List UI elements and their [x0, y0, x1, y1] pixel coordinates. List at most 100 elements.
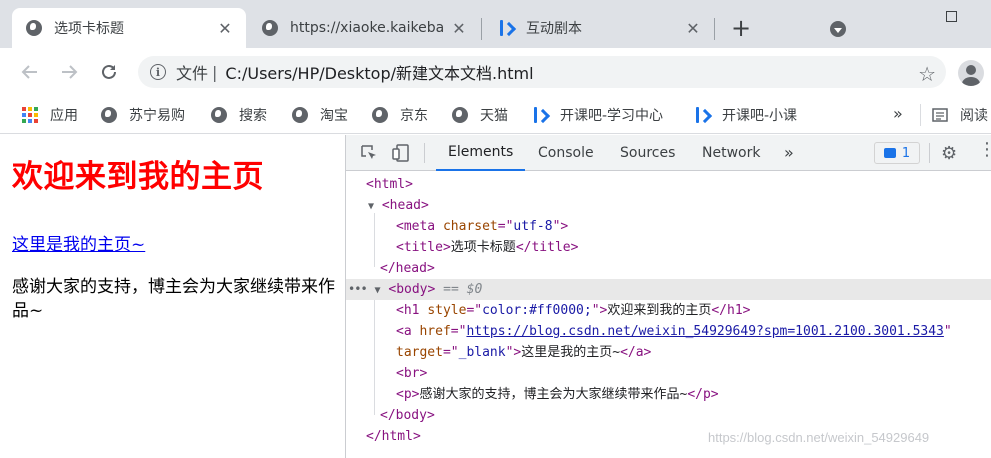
close-icon[interactable]: ✕ — [450, 19, 468, 38]
dom-tag: <meta — [396, 219, 443, 234]
close-icon[interactable]: ✕ — [684, 19, 702, 38]
inspect-element-icon[interactable] — [360, 144, 378, 162]
dom-value: color:#ff0000; — [482, 303, 592, 318]
bookmark-label: 开课吧-学习中心 — [560, 108, 664, 124]
tab-hudong[interactable]: 互动剧本 ✕ — [484, 8, 714, 48]
globe-icon — [26, 20, 42, 36]
address-url: C:/Users/HP/Desktop/新建文本文档.html — [225, 64, 534, 83]
message-icon — [883, 148, 896, 158]
dom-tag: </a> — [620, 345, 652, 360]
address-bar[interactable]: i 文件 | C:/Users/HP/Desktop/新建文本文档.html ☆ — [138, 56, 946, 88]
dom-tag: <html> — [366, 177, 413, 192]
dom-tag: </html> — [366, 429, 421, 444]
dom-node-p[interactable]: <p>感谢大家的支持，博主会为大家继续带来作品~</p> — [346, 384, 991, 405]
new-tab-button[interactable]: + — [730, 16, 752, 40]
dom-text: 欢迎来到我的主页 — [607, 303, 712, 318]
tab-separator — [714, 18, 715, 40]
kaikeba-icon — [498, 20, 514, 36]
dom-tag: <head> — [381, 198, 429, 213]
reload-icon — [102, 64, 116, 79]
dom-punct: =" — [450, 324, 467, 339]
tab-sources[interactable]: Sources — [620, 135, 675, 170]
tab-network[interactable]: Network — [702, 135, 760, 170]
dom-tag: <title> — [396, 240, 451, 255]
dom-node-html[interactable]: <html> — [346, 174, 991, 195]
selected-node-marker: == $0 — [443, 282, 483, 297]
device-toolbar-icon[interactable] — [392, 144, 410, 162]
homepage-link[interactable]: 这里是我的主页~ — [12, 230, 145, 255]
expand-triangle-icon[interactable]: ▼ — [375, 285, 381, 296]
page-heading: 欢迎来到我的主页 — [12, 159, 264, 195]
watermark: https://blog.csdn.net/weixin_54929649 — [708, 430, 930, 445]
dom-node-br[interactable]: <br> — [346, 363, 991, 384]
reading-list-icon — [932, 107, 948, 123]
tab-xiaoke[interactable]: https://xiaoke.kaikeba ✕ — [248, 8, 480, 48]
dom-node-a-cont[interactable]: target="_blank">这里是我的主页~</a> — [346, 342, 991, 363]
kebab-menu-icon[interactable]: ⋮ — [978, 141, 991, 159]
bookmark-tmall[interactable]: 天猫 — [452, 104, 508, 126]
page-paragraph: 感谢大家的支持，博主会为大家继续带来作品~ — [12, 277, 335, 321]
bookmark-label: 天猫 — [480, 108, 508, 124]
star-icon[interactable]: ☆ — [918, 62, 936, 86]
dom-attr: href — [419, 324, 451, 339]
bookmark-label: 应用 — [50, 108, 78, 124]
tab-elements[interactable]: Elements — [436, 135, 526, 171]
dom-attr: style — [427, 303, 467, 318]
dom-punct: =" — [466, 303, 483, 318]
bookmark-label: 苏宁易购 — [129, 108, 185, 124]
dom-node-meta[interactable]: <meta charset="utf-8"> — [346, 216, 991, 237]
dom-node-body-close[interactable]: </body> — [346, 405, 991, 426]
reading-list-button[interactable]: 阅读 — [932, 104, 988, 126]
info-icon[interactable]: i — [150, 64, 166, 80]
forward-button[interactable] — [57, 60, 81, 84]
maximize-button[interactable] — [928, 0, 974, 32]
address-scheme: 文件 — [176, 64, 209, 83]
close-icon[interactable]: ✕ — [216, 19, 234, 38]
dom-href-link[interactable]: https://blog.csdn.net/weixin_54929649?sp… — [466, 324, 943, 339]
bookmark-taobao[interactable]: 淘宝 — [292, 104, 348, 126]
profile-avatar[interactable] — [958, 60, 984, 86]
dom-tag: </body> — [380, 408, 435, 423]
dom-node-a[interactable]: <a href="https://blog.csdn.net/weixin_54… — [346, 321, 991, 342]
dom-text: 选项卡标题 — [450, 240, 516, 255]
bookmarks-overflow-button[interactable]: » — [893, 104, 903, 123]
toolbar-separator — [424, 143, 425, 163]
dom-node-head[interactable]: ▼ <head> — [346, 195, 991, 216]
dom-node-body[interactable]: ••• ▼ <body> == $0 — [346, 279, 991, 300]
kaikeba-icon — [694, 107, 710, 123]
tab-console[interactable]: Console — [538, 135, 594, 170]
dom-punct: =" — [497, 219, 514, 234]
expand-triangle-icon[interactable]: ▼ — [368, 201, 374, 212]
globe-icon — [452, 107, 468, 123]
toolbar: i 文件 | C:/Users/HP/Desktop/新建文本文档.html ☆ — [0, 48, 991, 96]
dom-value: utf-8 — [513, 219, 553, 234]
tab-title: 选项卡标题 — [54, 21, 124, 37]
devtools-tabbar: Elements Console Sources Network » 1 ⚙ ⋮ — [346, 135, 991, 171]
dom-node-h1[interactable]: <h1 style="color:#ff0000;">欢迎来到我的主页</h1> — [346, 300, 991, 321]
gear-icon[interactable]: ⚙ — [941, 143, 957, 164]
bookmark-jd[interactable]: 京东 — [372, 104, 428, 126]
dom-tag: </p> — [687, 387, 719, 402]
reading-list-label: 阅读 — [960, 108, 988, 124]
tab-active[interactable]: 选项卡标题 ✕ — [12, 8, 246, 48]
back-button[interactable] — [18, 60, 42, 84]
dom-node-title[interactable]: <title>选项卡标题</title> — [346, 237, 991, 258]
dom-tag: <h1 — [396, 303, 428, 318]
page-viewport: 欢迎来到我的主页 这里是我的主页~ 感谢大家的支持，博主会为大家继续带来作品~ — [0, 135, 345, 458]
bookmark-suning[interactable]: 苏宁易购 — [101, 104, 185, 126]
reload-button[interactable] — [97, 60, 121, 84]
address-divider: | — [212, 62, 218, 82]
bookmark-kaikeba-study[interactable]: 开课吧-学习中心 — [532, 104, 663, 126]
dom-tag: <a — [396, 324, 420, 339]
messages-badge[interactable]: 1 — [874, 142, 920, 164]
ellipsis-icon[interactable]: ••• — [348, 282, 368, 296]
more-tabs-button[interactable]: » — [784, 135, 794, 170]
dom-attr: target — [396, 345, 443, 360]
bookmark-kaikeba-course[interactable]: 开课吧-小课 — [694, 104, 797, 126]
bookmark-apps[interactable]: 应用 — [22, 104, 78, 126]
dom-node-head-close[interactable]: </head> — [346, 258, 991, 279]
tab-search-icon[interactable] — [830, 21, 846, 37]
bookmark-search[interactable]: 搜索 — [211, 104, 267, 126]
devtools-panel: Elements Console Sources Network » 1 ⚙ ⋮… — [345, 135, 991, 458]
dom-punct: =" — [442, 345, 459, 360]
